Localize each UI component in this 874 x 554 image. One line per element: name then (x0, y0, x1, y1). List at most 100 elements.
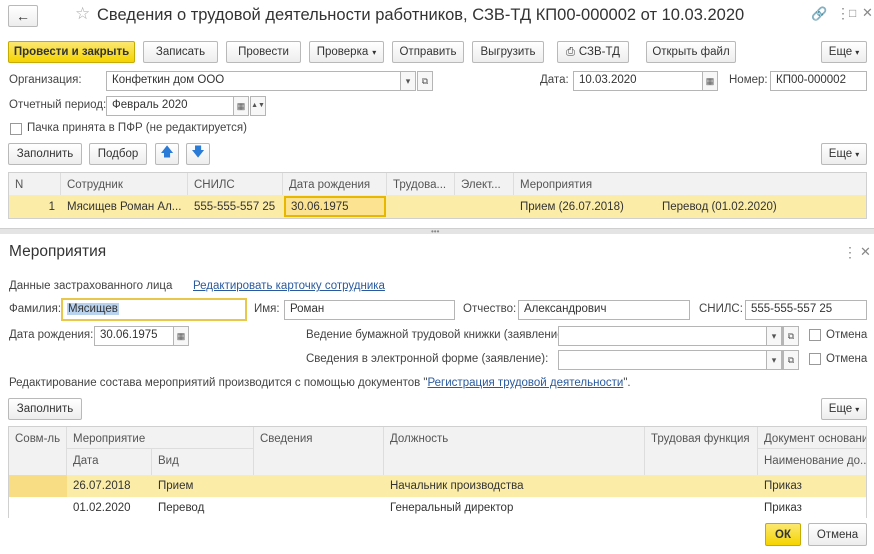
electronic-label: Сведения в электронной форме (заявление)… (306, 353, 549, 365)
dropdown-icon: ▾ (855, 47, 860, 57)
col-events[interactable]: Мероприятия (514, 173, 866, 195)
col-type[interactable]: Вид (152, 449, 254, 475)
row-birth: 30.06.1975 (291, 201, 349, 213)
more-button[interactable]: Еще ▾ (821, 41, 867, 63)
electronic-field[interactable] (558, 350, 783, 370)
event-position: Начальник производства (390, 480, 524, 492)
paper-cancel-checkbox[interactable] (809, 329, 821, 341)
move-up-button[interactable]: 🡅 (155, 143, 179, 165)
surname-value: Мясищев (67, 303, 119, 315)
check-dropdown-button[interactable]: Проверка ▾ (309, 41, 384, 63)
calendar-icon[interactable]: ▦ (702, 71, 718, 91)
accepted-checkbox[interactable] (10, 123, 22, 135)
accepted-label: Пачка принята в ПФР (не редактируется) (27, 122, 247, 134)
move-down-button[interactable]: 🡇 (186, 143, 210, 165)
edit-card-link[interactable]: Редактировать карточку сотрудника (193, 280, 385, 292)
event-position: Генеральный директор (390, 502, 514, 514)
patronymic-field[interactable]: Александрович (518, 300, 690, 320)
dropdown-icon[interactable]: ▾ (766, 350, 782, 370)
registration-link[interactable]: Регистрация трудовой деятельности (428, 377, 624, 389)
fill-button[interactable]: Заполнить (8, 143, 82, 165)
link-icon[interactable]: 🔗 (811, 6, 827, 22)
snils-field[interactable]: 555-555-557 25 (745, 300, 867, 320)
row-n: 1 (48, 201, 55, 213)
print-button[interactable]: ⎙ СЗВ-ТД (557, 41, 629, 63)
name-field[interactable]: Роман (284, 300, 455, 320)
organization-label: Организация: (9, 74, 82, 86)
date-label: Дата: (540, 74, 569, 86)
dropdown-icon[interactable]: ▾ (400, 71, 416, 91)
select-button[interactable]: Подбор (89, 143, 147, 165)
menu-dots-icon[interactable]: ⋮ (843, 244, 857, 261)
col-employee[interactable]: Сотрудник (61, 173, 188, 195)
calendar-icon[interactable]: ▦ (233, 96, 249, 116)
col-combined[interactable]: Совм-ль (9, 427, 67, 475)
window-title: Сведения о трудовой деятельности работни… (97, 6, 745, 24)
event-type: Перевод (158, 502, 205, 514)
surname-field[interactable]: Мясищев (61, 298, 247, 321)
menu-dots-icon[interactable]: ⋮ (836, 5, 850, 22)
col-doc[interactable]: Документ основание (758, 427, 866, 449)
more-label: Еще (828, 46, 853, 58)
close-icon[interactable]: ✕ (862, 5, 873, 21)
col-n[interactable]: N (9, 173, 61, 195)
event-type: Прием (158, 480, 194, 492)
open-file-button[interactable]: Открыть файл (646, 41, 736, 63)
table-more-button[interactable]: Еще ▾ (821, 143, 867, 165)
col-elect[interactable]: Элект... (455, 173, 514, 195)
paper-book-label: Ведение бумажной трудовой книжки (заявле… (306, 329, 571, 341)
event-date: 26.07.2018 (73, 480, 131, 492)
post-and-close-button[interactable]: Провести и закрыть (8, 41, 135, 63)
period-field[interactable]: Февраль 2020 (106, 96, 234, 116)
col-doc-name[interactable]: Наименование до... (758, 449, 866, 475)
paper-book-field[interactable] (558, 326, 783, 346)
spin-icon[interactable]: ▲▼ (250, 96, 266, 116)
dropdown-icon[interactable]: ▾ (766, 326, 782, 346)
cancel-button[interactable]: Отмена (808, 523, 867, 546)
open-icon[interactable]: ⧉ (783, 350, 799, 370)
favorite-star-icon[interactable]: ☆ (75, 4, 90, 24)
insured-label: Данные застрахованного лица (9, 280, 173, 292)
send-button[interactable]: Отправить (392, 41, 464, 63)
open-icon[interactable]: ⧉ (783, 326, 799, 346)
paper-cancel-label: Отмена (826, 329, 868, 341)
date-field[interactable]: 10.03.2020 (573, 71, 703, 91)
info-text: Редактирование состава мероприятий произ… (9, 377, 631, 389)
printer-icon: ⎙ (566, 45, 575, 58)
number-field[interactable]: КП00-000002 (770, 71, 867, 91)
dialog-title: Мероприятия (9, 243, 107, 260)
combined-cell[interactable] (9, 475, 67, 497)
snils-label: СНИЛС: (699, 303, 743, 315)
patronymic-label: Отчество: (463, 303, 517, 315)
col-snils[interactable]: СНИЛС (188, 173, 283, 195)
birth-field[interactable]: 30.06.1975 (94, 326, 174, 346)
period-label: Отчетный период: (9, 99, 107, 111)
post-button[interactable]: Провести (226, 41, 301, 63)
close-icon[interactable]: ✕ (860, 244, 871, 260)
name-label: Имя: (254, 303, 280, 315)
col-position[interactable]: Должность (384, 427, 645, 475)
number-label: Номер: (729, 74, 768, 86)
dialog-fill-button[interactable]: Заполнить (8, 398, 82, 420)
col-event[interactable]: Мероприятие (67, 427, 254, 449)
maximize-icon[interactable]: □ (849, 6, 856, 20)
col-labor[interactable]: Трудова... (387, 173, 455, 195)
row-event-2: Перевод (01.02.2020) (662, 201, 777, 213)
check-label: Проверка (316, 46, 369, 58)
save-button[interactable]: Записать (143, 41, 218, 63)
back-button[interactable]: ← (8, 5, 38, 27)
organization-field[interactable]: Конфеткин дом ООО (106, 71, 416, 91)
col-function[interactable]: Трудовая функция (645, 427, 758, 475)
col-date[interactable]: Дата (67, 449, 152, 475)
table-more-label: Еще (828, 148, 853, 160)
birth-label: Дата рождения: (9, 329, 94, 341)
upload-button[interactable]: Выгрузить (472, 41, 544, 63)
calendar-icon[interactable]: ▦ (173, 326, 189, 346)
open-icon[interactable]: ⧉ (417, 71, 433, 91)
electronic-cancel-label: Отмена (826, 353, 868, 365)
ok-button[interactable]: ОК (765, 523, 801, 546)
dialog-more-button[interactable]: Еще ▾ (821, 398, 867, 420)
col-info[interactable]: Сведения (254, 427, 384, 475)
electronic-cancel-checkbox[interactable] (809, 353, 821, 365)
col-birth[interactable]: Дата рождения (283, 173, 387, 195)
